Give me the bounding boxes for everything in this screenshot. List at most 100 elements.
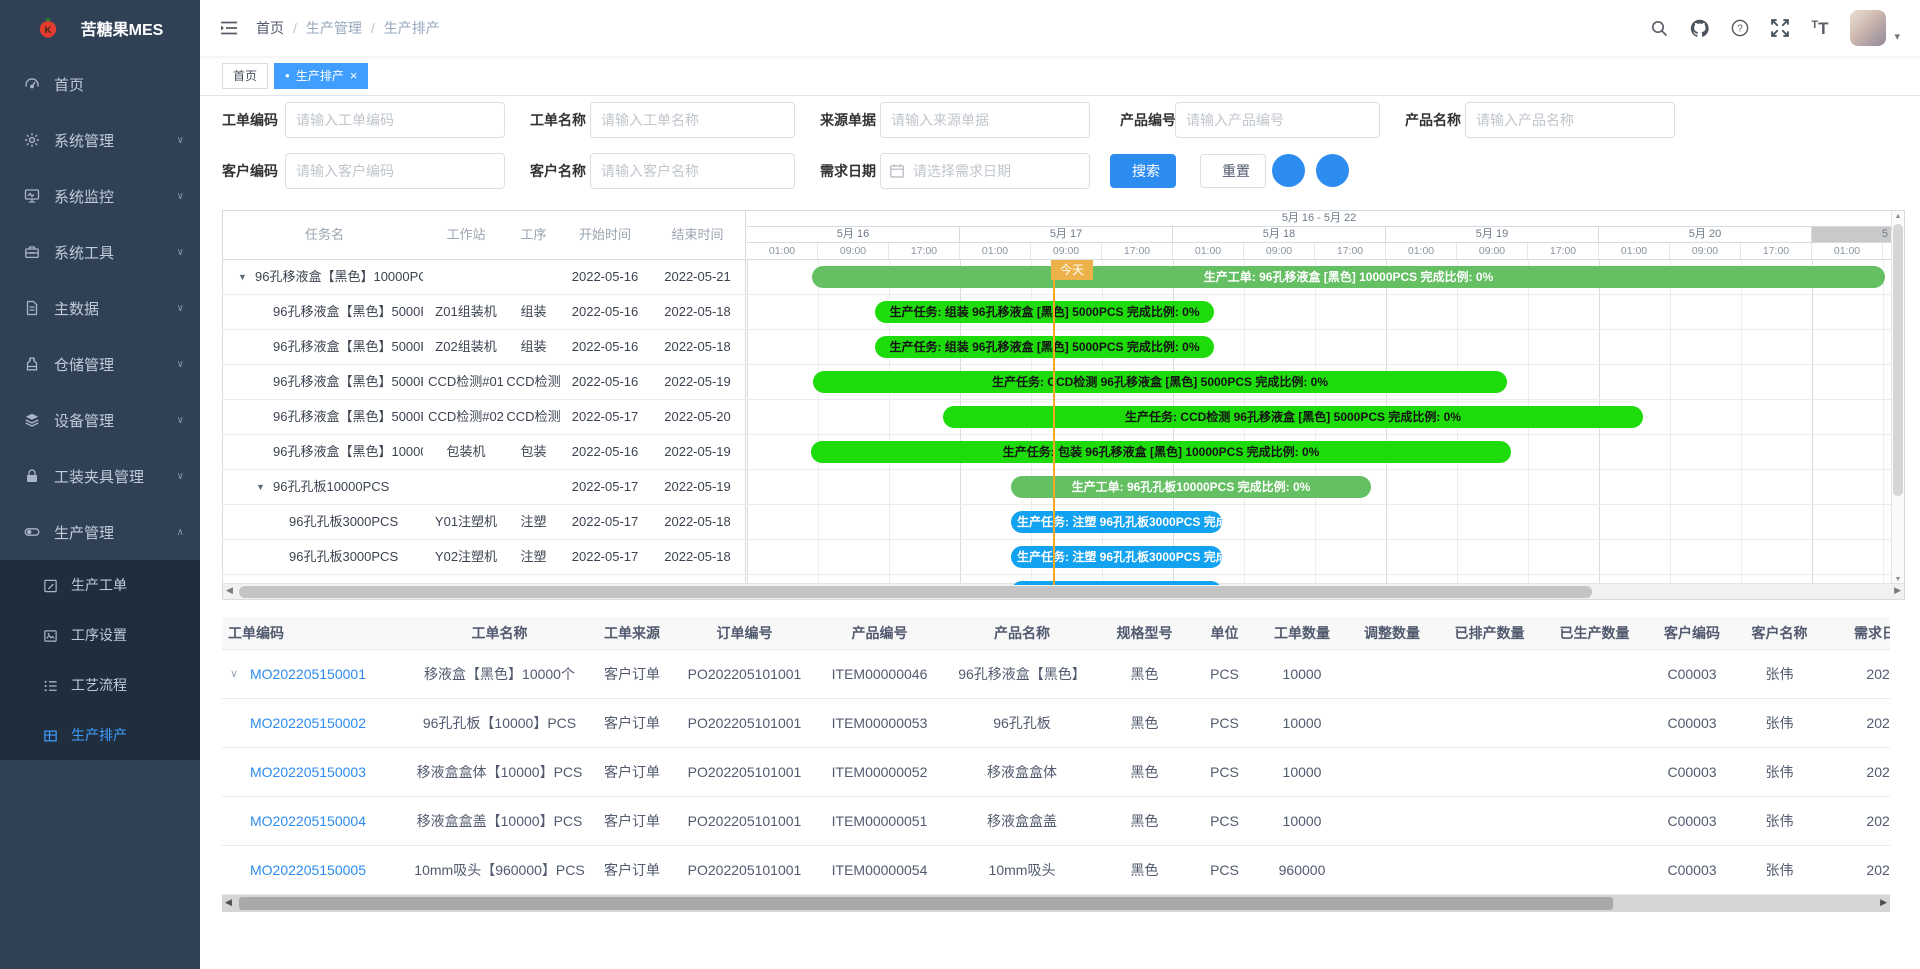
orders-cell-code: MO202205150002	[222, 699, 412, 747]
work-order-link[interactable]: MO202205150001	[250, 666, 366, 682]
gantt-bar-task[interactable]: 生产任务: 组装 96孔移液盒 [黑色] 5000PCS 完成比例: 0%	[875, 301, 1214, 323]
sidebar-item-warehouse[interactable]: 仓储管理∨	[0, 336, 200, 392]
sidebar-subitem-process-flow[interactable]: 工艺流程	[0, 660, 200, 710]
orders-cell-customer_code: C00003	[1647, 699, 1737, 747]
work-order-link[interactable]: MO202205150004	[250, 813, 366, 829]
filter-input-客户编码[interactable]	[285, 153, 505, 189]
gantt-hour-label: 09:00	[1031, 243, 1102, 259]
scroll-right-icon[interactable]: ▶	[1894, 585, 1901, 596]
sidebar-subitem-work-order[interactable]: 生产工单	[0, 560, 200, 610]
orders-cell-name: 10mm吸头【960000】PCS	[412, 846, 587, 894]
sidebar-item-monitor[interactable]: 系统监控∨	[0, 168, 200, 224]
tab-item[interactable]: 首页	[222, 63, 268, 89]
gantt-bar-selected[interactable]: 生产任务: 注塑 96孔孔板3000PCS 完成	[1011, 511, 1222, 533]
table-hscroll-thumb[interactable]	[239, 897, 1613, 910]
gantt-bar-task[interactable]: 生产任务: 组装 96孔移液盒 [黑色] 5000PCS 完成比例: 0%	[875, 336, 1214, 358]
fullscreen-icon[interactable]	[1771, 19, 1789, 37]
filter-input-产品编号[interactable]	[1175, 102, 1380, 138]
gantt-bar-selected[interactable]: 生产任务: 注塑 96孔孔板3000PCS 完成	[1011, 546, 1222, 568]
filter-label: 产品编号	[1120, 102, 1176, 138]
breadcrumb-item[interactable]: 生产管理	[306, 18, 362, 38]
gantt-bar-order[interactable]: 生产工单: 96孔孔板10000PCS 完成比例: 0%	[1011, 476, 1371, 498]
search-button[interactable]: 搜索	[1110, 154, 1176, 188]
table-horizontal-scrollbar[interactable]: ◀ ▶	[222, 895, 1890, 912]
sidebar-item-production[interactable]: 生产管理∧	[0, 504, 200, 560]
github-icon[interactable]	[1690, 19, 1709, 38]
gantt-column-header: 结束时间	[649, 211, 746, 259]
edit-round-button[interactable]	[1316, 154, 1349, 187]
work-order-link[interactable]: MO202205150003	[250, 764, 366, 780]
breadcrumb-item[interactable]: 首页	[256, 18, 284, 38]
gantt-task-workstation: Y02注塑机	[426, 540, 506, 574]
user-caret-down-icon[interactable]: ▾	[1894, 30, 1900, 43]
reset-button[interactable]: 重置	[1200, 154, 1266, 188]
gantt-bar-task[interactable]: 生产任务: CCD检测 96孔移液盒 [黑色] 5000PCS 完成比例: 0%	[813, 371, 1507, 393]
orders-cell-demand_date: 2022	[1822, 650, 1890, 698]
gantt-task-start: 2022-05-16	[561, 365, 649, 399]
scroll-down-icon[interactable]: ▼	[1892, 576, 1904, 583]
gantt-task-workstation: CCD检测#02	[426, 400, 506, 434]
breadcrumb-item[interactable]: 生产排产	[384, 18, 440, 38]
gantt-task-process: 组装	[506, 295, 561, 329]
orders-cell-adjust	[1347, 748, 1437, 796]
tab-label: 生产排产	[296, 67, 344, 84]
sidebar-item-toolbox[interactable]: 系统工具∨	[0, 224, 200, 280]
help-icon[interactable]: ?	[1731, 19, 1749, 37]
gantt-timeline: 5月 16 - 5月 22 5月 165月 175月 185月 195月 205…	[747, 211, 1891, 585]
orders-cell-item_no: ITEM00000054	[812, 846, 947, 894]
filter-input-产品名称[interactable]	[1465, 102, 1675, 138]
gantt-bar-task[interactable]: 生产任务: CCD检测 96孔移液盒 [黑色] 5000PCS 完成比例: 0%	[943, 406, 1643, 428]
filter-input-工单编码[interactable]	[285, 102, 505, 138]
orders-column-header: 工单数量	[1257, 617, 1347, 649]
gantt-task-start: 2022-05-16	[561, 295, 649, 329]
avatar[interactable]	[1850, 10, 1886, 46]
gantt-vertical-scrollbar[interactable]: ▲ ▼	[1891, 211, 1904, 585]
work-order-link[interactable]: MO202205150005	[250, 862, 366, 878]
gantt-task-table: 任务名工作站工序开始时间结束时间 ▼96孔移液盒【黑色】10000PCS2022…	[223, 211, 746, 585]
sidebar-subitem-scheduling[interactable]: 生产排产	[0, 710, 200, 760]
refresh-round-button[interactable]	[1272, 154, 1305, 187]
row-expand-caret-icon[interactable]: ▼	[256, 470, 265, 504]
sidebar-item-lock[interactable]: 工装夹具管理∨	[0, 448, 200, 504]
gantt-vscroll-thumb[interactable]	[1893, 224, 1903, 496]
tab-close-icon[interactable]: ×	[350, 69, 358, 82]
sidebar-item-label: 仓储管理	[54, 354, 114, 375]
row-expand-caret-icon[interactable]: ▼	[238, 260, 247, 294]
scroll-left-icon[interactable]: ◀	[225, 897, 232, 908]
gantt-bar-order[interactable]: 生产工单: 96孔移液盒 [黑色] 10000PCS 完成比例: 0%	[812, 266, 1885, 288]
orders-column-header: 工单编码	[222, 617, 412, 649]
row-expand-caret-icon[interactable]: ∨	[230, 650, 238, 698]
filter-input-客户名称[interactable]	[590, 153, 795, 189]
orders-cell-produced	[1542, 748, 1647, 796]
font-size-icon[interactable]: TT	[1811, 20, 1828, 37]
gantt-hour-label: 09:00	[1244, 243, 1315, 259]
orders-cell-customer_code: C00003	[1647, 650, 1737, 698]
sidebar-item-layers[interactable]: 设备管理∨	[0, 392, 200, 448]
filter-input-来源单据[interactable]	[880, 102, 1090, 138]
gantt-task-row: ▼96孔移液盒【黑色】10000PCS2022-05-162022-05-21	[223, 260, 745, 295]
sidebar-item-gear[interactable]: 系统管理∨	[0, 112, 200, 168]
scroll-up-icon[interactable]: ▲	[1892, 213, 1904, 220]
gantt-hscroll-thumb[interactable]	[239, 586, 1592, 598]
sidebar-subitem-process-settings[interactable]: 工序设置	[0, 610, 200, 660]
filter-input-工单名称[interactable]	[590, 102, 795, 138]
sidebar-item-dashboard[interactable]: 首页	[0, 56, 200, 112]
gantt-horizontal-scrollbar[interactable]: ◀ ▶	[223, 583, 1904, 599]
chevron-down-icon: ∨	[177, 471, 184, 482]
filter-label: 来源单据	[820, 102, 876, 138]
sidebar-item-document[interactable]: 主数据∨	[0, 280, 200, 336]
filter-field: 客户编码	[222, 153, 505, 189]
orders-cell-demand_date: 2022	[1822, 797, 1890, 845]
work-order-link[interactable]: MO202205150002	[250, 715, 366, 731]
gantt-hour-header: 01:0009:0017:0001:0009:0017:0001:0009:00…	[747, 243, 1891, 260]
sidebar-toggle-icon[interactable]	[220, 20, 238, 36]
filter-input-需求日期[interactable]	[880, 153, 1090, 189]
scroll-right-icon[interactable]: ▶	[1880, 897, 1887, 908]
tab-active[interactable]: ●生产排产×	[274, 63, 368, 89]
gantt-task-name: 96孔移液盒【黑色】5000PCS	[273, 295, 423, 329]
gantt-task-table-header: 任务名工作站工序开始时间结束时间	[223, 211, 745, 260]
scroll-left-icon[interactable]: ◀	[226, 585, 233, 596]
gantt-bar-selected[interactable]: 生产任务: 注塑 96孔孔板3000PCS 完成	[1011, 581, 1222, 585]
search-icon[interactable]	[1651, 20, 1668, 37]
gantt-bar-task[interactable]: 生产任务: 包装 96孔移液盒 [黑色] 10000PCS 完成比例: 0%	[811, 441, 1511, 463]
